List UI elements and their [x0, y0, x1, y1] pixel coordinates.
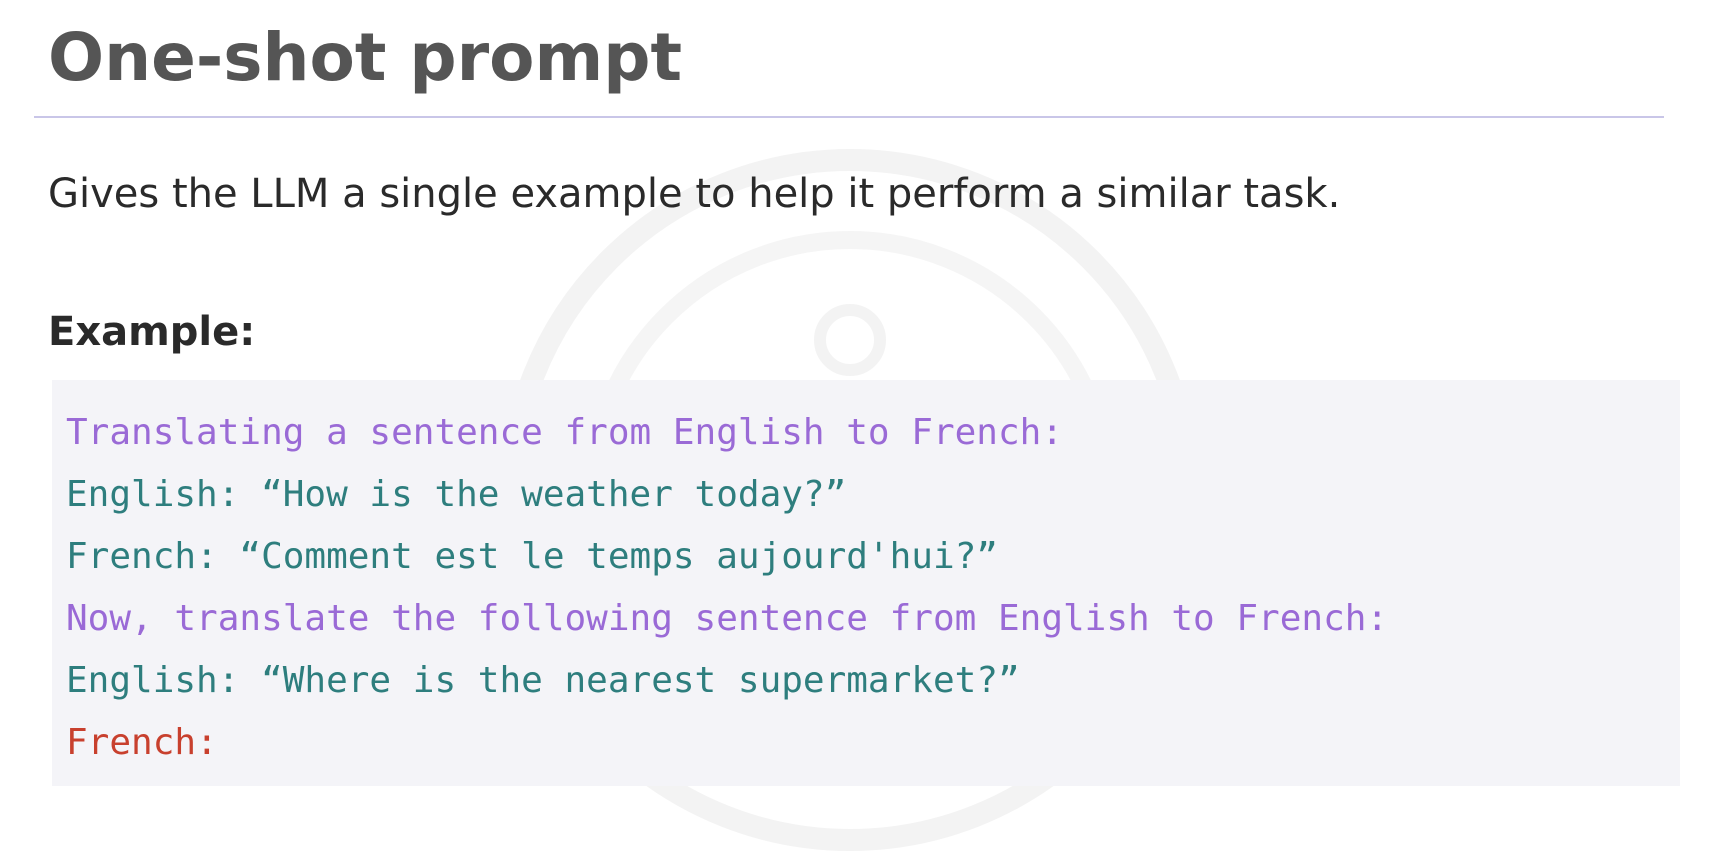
code-line-example-french: French: “Comment est le temps aujourd'hu… — [66, 536, 998, 577]
title-divider — [34, 116, 1664, 118]
example-heading: Example: — [48, 309, 256, 355]
prompt-code-block: Translating a sentence from English to F… — [52, 380, 1680, 786]
page-title: One-shot prompt — [48, 19, 683, 96]
code-line-example-english: English: “How is the weather today?” — [66, 474, 847, 515]
code-line-task-instruction: Now, translate the following sentence fr… — [66, 598, 1389, 639]
slide-subtitle: Gives the LLM a single example to help i… — [48, 171, 1341, 217]
code-line-task-french: French: — [66, 722, 218, 763]
code-line-instruction: Translating a sentence from English to F… — [66, 412, 1063, 453]
code-line-task-english: English: “Where is the nearest supermark… — [66, 660, 1020, 701]
